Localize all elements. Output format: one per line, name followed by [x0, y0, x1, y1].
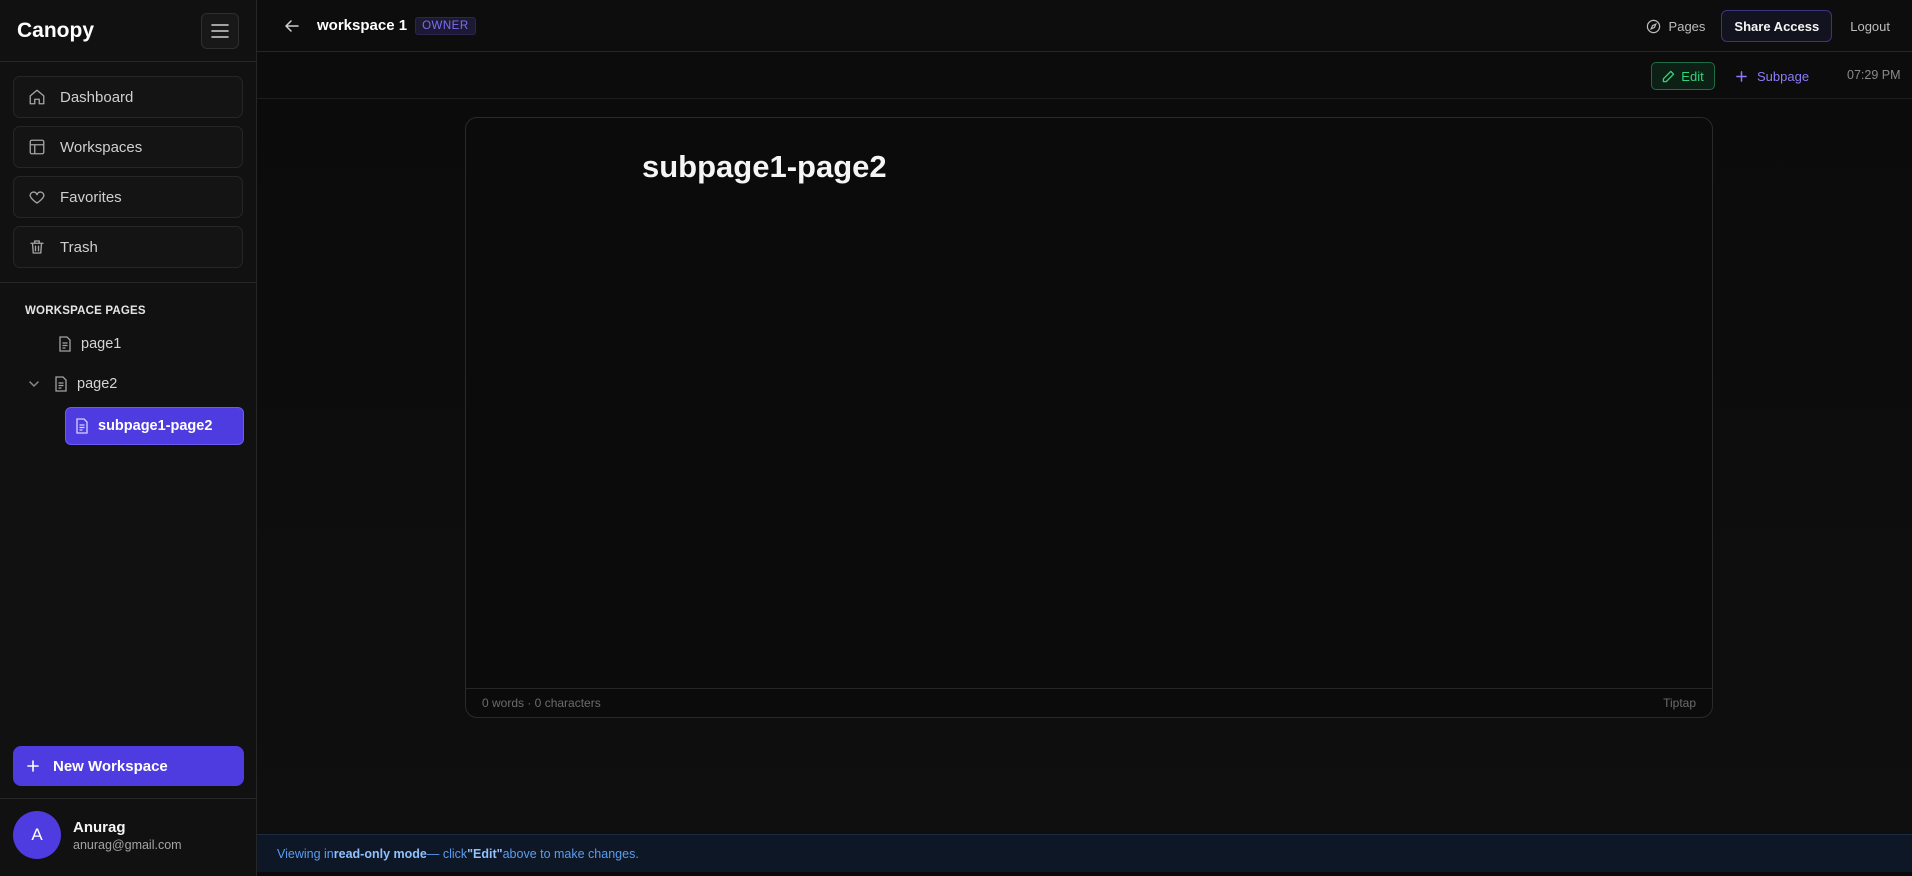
editor-footer: 0 words · 0 characters Tiptap	[466, 688, 1712, 717]
logout-button[interactable]: Logout	[1850, 19, 1890, 34]
document-icon	[76, 418, 88, 434]
sidebar-item-dashboard[interactable]: Dashboard	[13, 76, 243, 118]
trash-icon	[30, 240, 44, 254]
home-icon	[29, 89, 45, 105]
avatar: A	[13, 811, 61, 859]
chevron-down-icon[interactable]	[28, 380, 40, 388]
word-count: 0 words · 0 characters	[482, 696, 601, 710]
page-toolbar: Edit Subpage 07:29 PM	[257, 52, 1912, 99]
pages-link[interactable]: Pages	[1646, 18, 1706, 34]
brand-row: Canopy	[0, 0, 256, 62]
sidebar-item-label: Trash	[60, 238, 98, 256]
banner-middle: — click	[426, 846, 468, 861]
page-item-page1[interactable]: page1	[0, 327, 256, 361]
new-workspace-label: New Workspace	[53, 757, 168, 775]
page-item-label: page2	[77, 376, 118, 392]
last-saved-time: 07:29 PM	[1847, 68, 1901, 82]
sidebar-item-label: Workspaces	[60, 138, 143, 156]
new-workspace-button[interactable]: New Workspace	[13, 746, 244, 786]
sidebar-item-label: Favorites	[60, 188, 122, 206]
read-only-banner: Viewing in read-only mode — click "Edit"…	[257, 834, 1912, 872]
user-email: anurag@gmail.com	[73, 837, 182, 852]
section-title: WORKSPACE PAGES	[25, 305, 146, 317]
editor-card[interactable]: subpage1-page2 0 words · 0 characters Ti…	[465, 117, 1713, 718]
user-profile[interactable]: A Anurag anurag@gmail.com	[13, 811, 182, 859]
compass-icon	[1646, 19, 1660, 33]
page-item-label: subpage1-page2	[98, 418, 213, 434]
banner-prefix: Viewing in	[277, 846, 334, 861]
heart-icon	[29, 191, 45, 204]
divider	[0, 798, 257, 799]
top-bar: workspace 1 OWNER Pages Share Access Log…	[257, 0, 1912, 52]
sidebar-item-label: Dashboard	[60, 88, 134, 106]
document-icon	[55, 376, 67, 392]
role-badge: OWNER	[415, 16, 476, 35]
back-button[interactable]	[285, 19, 299, 32]
edit-label: Edit	[1681, 68, 1704, 84]
edit-button[interactable]: Edit	[1651, 62, 1715, 90]
add-subpage-button[interactable]: Subpage	[1736, 62, 1809, 90]
plus-icon	[27, 760, 39, 772]
user-name: Anurag	[73, 818, 126, 836]
sidebar-item-favorites[interactable]: Favorites	[13, 176, 243, 218]
layout-icon	[29, 139, 45, 155]
banner-suffix: above to make changes.	[502, 846, 639, 861]
sidebar-item-trash[interactable]: Trash	[13, 226, 243, 268]
arrow-left-icon	[285, 19, 299, 32]
pencil-icon	[1663, 70, 1675, 82]
sidebar-nav: Dashboard Workspaces Favorites Trash	[0, 62, 256, 268]
document-icon	[59, 336, 71, 352]
sidebar-toggle-button[interactable]	[201, 12, 239, 49]
page-item-page2[interactable]: page2	[0, 367, 256, 401]
top-actions: Pages Share Access Logout	[1646, 0, 1890, 52]
share-access-button[interactable]: Share Access	[1721, 10, 1833, 42]
page-item-label: page1	[81, 336, 122, 352]
subpage-label: Subpage	[1757, 68, 1810, 84]
editor-engine-label: Tiptap	[1663, 696, 1696, 710]
pages-label: Pages	[1668, 18, 1706, 34]
main-content: subpage1-page2 0 words · 0 characters Ti…	[257, 99, 1912, 834]
banner-action: "Edit"	[467, 846, 503, 861]
hamburger-icon	[211, 23, 229, 38]
sidebar: Canopy Dashboard Workspaces Favorites Tr…	[0, 0, 257, 876]
workspace-title: workspace 1	[317, 17, 408, 34]
sidebar-item-workspaces[interactable]: Workspaces	[13, 126, 243, 168]
plus-icon	[1736, 70, 1747, 82]
brand-logo[interactable]: Canopy	[17, 19, 94, 43]
page-tree: page1 page2 subpage1-page2	[0, 317, 256, 445]
page-title: subpage1-page2	[642, 149, 887, 184]
page-item-subpage1-page2[interactable]: subpage1-page2	[65, 407, 244, 445]
banner-mode: read-only mode	[333, 846, 427, 861]
